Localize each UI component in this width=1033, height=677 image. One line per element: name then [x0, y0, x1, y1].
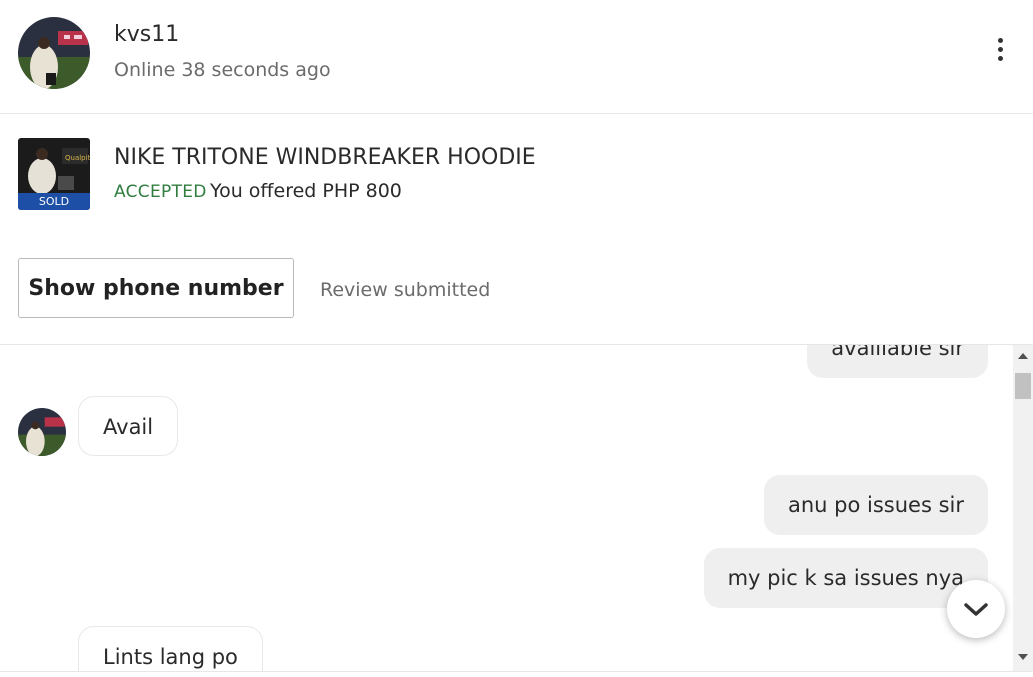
svg-text:Qualpit: Qualpit — [65, 154, 90, 162]
review-status: Review submitted — [320, 279, 491, 301]
kebab-menu-icon[interactable] — [986, 34, 1016, 66]
chat-scrollbar[interactable] — [1013, 345, 1033, 672]
show-phone-number-button[interactable]: Show phone number — [18, 258, 294, 318]
chat-header: kvs11 Online 38 seconds ago — [0, 0, 1033, 114]
message-list[interactable]: availlable sir Avail anu po issues sir m… — [0, 345, 1013, 672]
scroll-up-arrow-icon[interactable] — [1018, 353, 1028, 359]
scroll-to-bottom-button[interactable] — [947, 580, 1005, 638]
message-bubble-outgoing: anu po issues sir — [764, 475, 988, 535]
online-status: Online 38 seconds ago — [114, 59, 331, 81]
scroll-down-arrow-icon[interactable] — [1018, 654, 1028, 660]
product-title[interactable]: NIKE TRITONE WINDBREAKER HOODIE — [114, 145, 536, 170]
offer-amount: You offered PHP 800 — [210, 180, 402, 202]
message-bubble-incoming: Lints lang po — [78, 626, 263, 672]
action-bar: Show phone number Review submitted — [0, 234, 1033, 345]
username: kvs11 — [114, 22, 180, 47]
product-thumbnail[interactable]: Qualpit SOLD — [18, 138, 90, 210]
sender-avatar[interactable] — [18, 408, 66, 456]
message-bubble-outgoing: availlable sir — [807, 345, 988, 378]
user-avatar[interactable] — [18, 17, 90, 89]
product-summary: Qualpit SOLD NIKE TRITONE WINDBREAKER HO… — [0, 114, 1033, 234]
divider — [0, 671, 1033, 672]
avatar-photo-icon — [18, 17, 90, 89]
sold-badge: SOLD — [18, 193, 90, 210]
chevron-down-icon — [964, 603, 988, 616]
avatar-photo-icon — [18, 408, 66, 456]
scrollbar-thumb[interactable] — [1015, 373, 1031, 399]
message-bubble-outgoing: my pic k sa issues nya — [703, 548, 988, 608]
message-bubble-incoming: Avail — [78, 396, 179, 456]
offer-status-badge: ACCEPTED — [114, 182, 207, 202]
